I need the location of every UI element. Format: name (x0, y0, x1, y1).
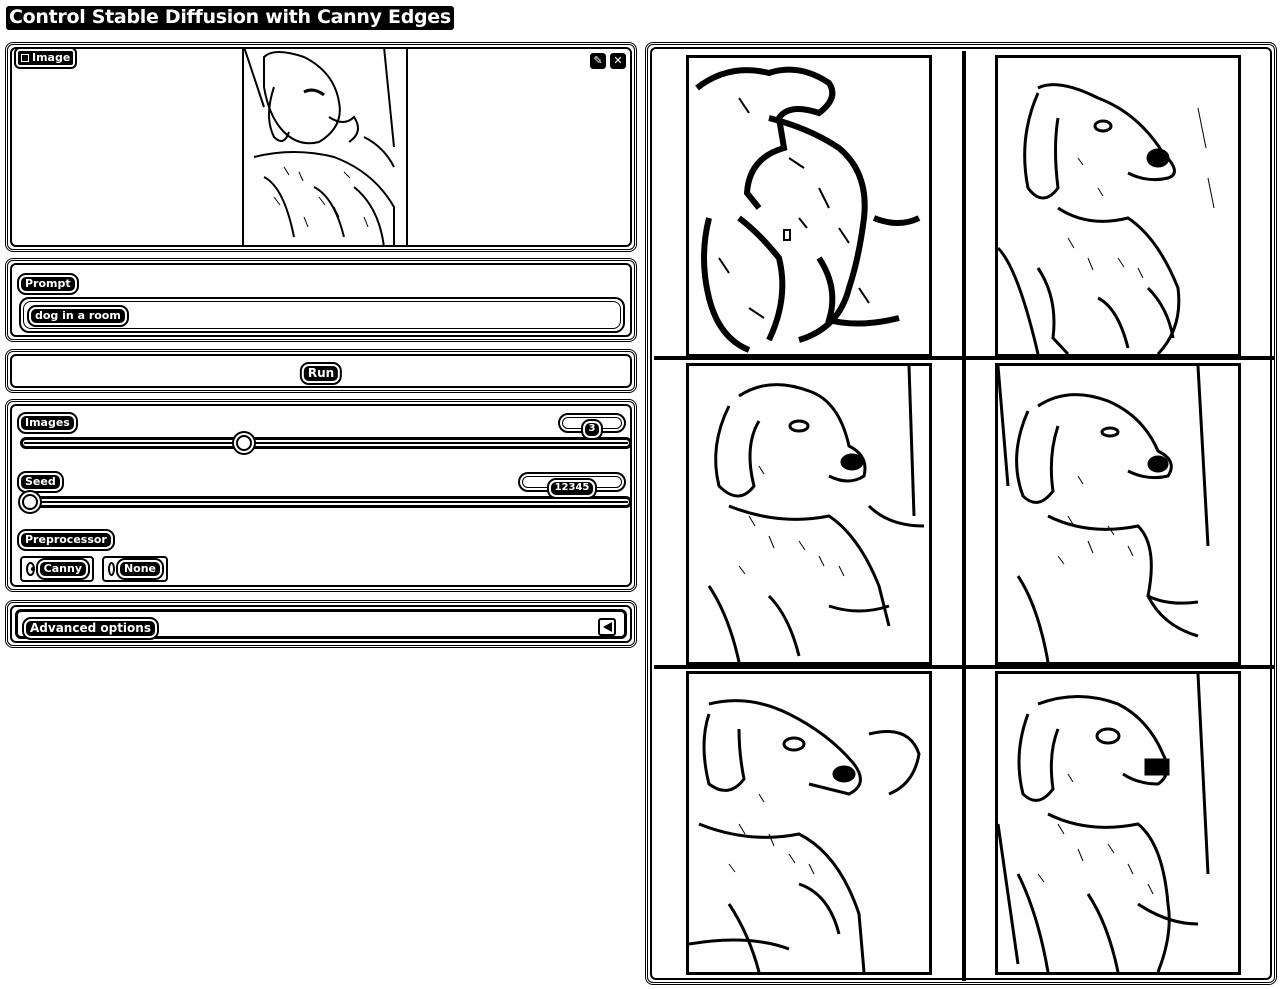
images-number-input[interactable]: 3 (558, 413, 626, 440)
page-title: Control Stable Diffusion with Canny Edge… (6, 6, 454, 30)
seed-slider-handle[interactable] (22, 494, 38, 510)
edit-image-button[interactable]: ✎ (589, 52, 607, 70)
preprocessor-label: Preprocessor (17, 529, 115, 551)
run-button-label: Run (299, 362, 343, 385)
images-label: Images (17, 412, 78, 434)
image-input-panel[interactable]: Image ✎ ✕ (5, 42, 637, 252)
advanced-options-label: Advanced options (22, 617, 159, 640)
image-icon (21, 54, 29, 62)
gallery-item[interactable] (995, 363, 1241, 665)
gallery-item[interactable] (686, 363, 932, 665)
dog-sketch-image (998, 83, 1215, 354)
seed-slider[interactable] (20, 496, 632, 508)
dog-sketch-image (998, 674, 1210, 972)
preprocessor-option-label: Canny (35, 558, 91, 580)
preprocessor-option-canny[interactable]: Canny (20, 556, 94, 582)
preprocessor-option-none[interactable]: None (102, 556, 168, 582)
dog-sketch-image (998, 366, 1210, 662)
puppy-sketch-image (244, 47, 395, 247)
images-slider[interactable] (20, 437, 632, 449)
radio-unselected-icon (108, 562, 115, 576)
seed-number-input[interactable]: 12345 (518, 472, 626, 499)
canny-edge-map-image (695, 66, 921, 353)
prompt-label: Prompt (17, 273, 79, 295)
gallery-item[interactable] (686, 55, 932, 357)
gallery-item[interactable] (686, 671, 932, 975)
run-button[interactable]: Run (5, 349, 637, 393)
input-image (242, 47, 408, 247)
prompt-panel: Prompt dog in a room (5, 258, 637, 342)
radio-selected-icon (26, 562, 35, 576)
image-input-label: Image (13, 47, 78, 69)
images-value: 3 (580, 419, 604, 440)
preprocessor-option-label: None (115, 558, 165, 580)
prompt-value: dog in a room (27, 305, 129, 327)
seed-value: 12345 (546, 478, 598, 499)
dog-sketch-image (689, 699, 921, 972)
output-gallery (645, 42, 1277, 985)
seed-label: Seed (17, 471, 64, 493)
chevron-left-icon[interactable] (598, 618, 616, 636)
images-slider-handle[interactable] (236, 435, 252, 451)
clear-image-button[interactable]: ✕ (609, 52, 627, 70)
gallery-item[interactable] (995, 55, 1241, 357)
gallery-item[interactable] (995, 671, 1241, 975)
prompt-input[interactable]: dog in a room (19, 297, 625, 333)
advanced-options-accordion[interactable]: Advanced options (5, 600, 637, 648)
options-panel: Images 3 Seed 12345 Preprocessor Canny N… (5, 399, 637, 592)
image-label-text: Image (32, 51, 71, 64)
dog-sketch-image (707, 366, 925, 662)
